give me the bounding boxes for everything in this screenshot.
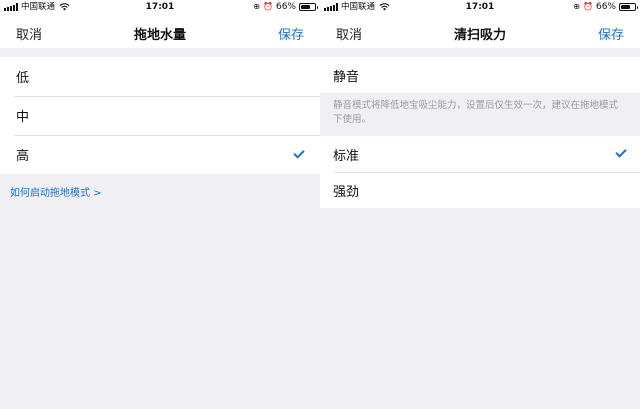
status-bar: 中国联通 17:01 ⊕ ⏰ 66% bbox=[320, 0, 640, 14]
battery-percent: 66% bbox=[595, 2, 616, 12]
option-label: 中 bbox=[16, 110, 30, 125]
battery-icon bbox=[299, 3, 318, 11]
checkmark-icon bbox=[293, 146, 305, 159]
mop-water-screen: 中国联通 17:01 ⊕ ⏰ 66% 取消 拖地水量 保存 低 中 高 如何启动… bbox=[0, 0, 320, 409]
alarm-icon: ⏰ bbox=[263, 2, 273, 11]
nav-bar: 取消 清扫吸力 保存 bbox=[320, 14, 640, 48]
battery-fill bbox=[301, 5, 310, 9]
suction-level-list: 标准 强劲 bbox=[320, 136, 640, 208]
option-label: 静音 bbox=[333, 69, 360, 85]
option-high[interactable]: 高 bbox=[0, 135, 320, 174]
option-low[interactable]: 低 bbox=[0, 57, 320, 96]
page-title: 清扫吸力 bbox=[453, 28, 506, 43]
save-button[interactable]: 保存 bbox=[598, 24, 624, 43]
status-bar: 中国联通 17:01 ⊕ ⏰ 66% bbox=[0, 0, 320, 14]
screens: 中国联通 17:01 ⊕ ⏰ 66% 取消 拖地水量 保存 低 中 高 如何启动… bbox=[0, 0, 640, 409]
alarm-icon: ⏰ bbox=[583, 2, 593, 11]
option-quiet[interactable]: 静音 bbox=[320, 57, 640, 93]
battery-percent: 66% bbox=[275, 2, 296, 12]
option-label: 高 bbox=[16, 149, 30, 164]
option-strong[interactable]: 强劲 bbox=[320, 172, 640, 208]
water-level-list: 低 中 高 bbox=[0, 57, 320, 174]
checkmark-icon bbox=[615, 146, 627, 158]
mop-mode-help-link[interactable]: 如何启动拖地模式 > bbox=[10, 184, 320, 199]
option-standard[interactable]: 标准 bbox=[320, 136, 640, 172]
rotation-lock-icon: ⊕ bbox=[253, 2, 261, 11]
save-button[interactable]: 保存 bbox=[278, 24, 304, 43]
quiet-mode-hint: 静音模式将降低地宝吸尘能力，设置后仅生效一次，建议在拖地模式下使用。 bbox=[320, 93, 640, 136]
option-label: 标准 bbox=[333, 148, 360, 164]
page-title: 拖地水量 bbox=[133, 28, 186, 43]
option-label: 低 bbox=[16, 71, 30, 86]
option-medium[interactable]: 中 bbox=[0, 96, 320, 135]
quiet-option-list: 静音 bbox=[320, 57, 640, 93]
nav-bar: 取消 拖地水量 保存 bbox=[0, 14, 320, 48]
option-label: 强劲 bbox=[333, 184, 360, 200]
battery-fill bbox=[621, 5, 630, 9]
rotation-lock-icon: ⊕ bbox=[573, 2, 581, 11]
battery-icon bbox=[619, 3, 638, 11]
suction-power-screen: 中国联通 17:01 ⊕ ⏰ 66% 取消 清扫吸力 保存 静音 静音模式将降低… bbox=[320, 0, 640, 409]
